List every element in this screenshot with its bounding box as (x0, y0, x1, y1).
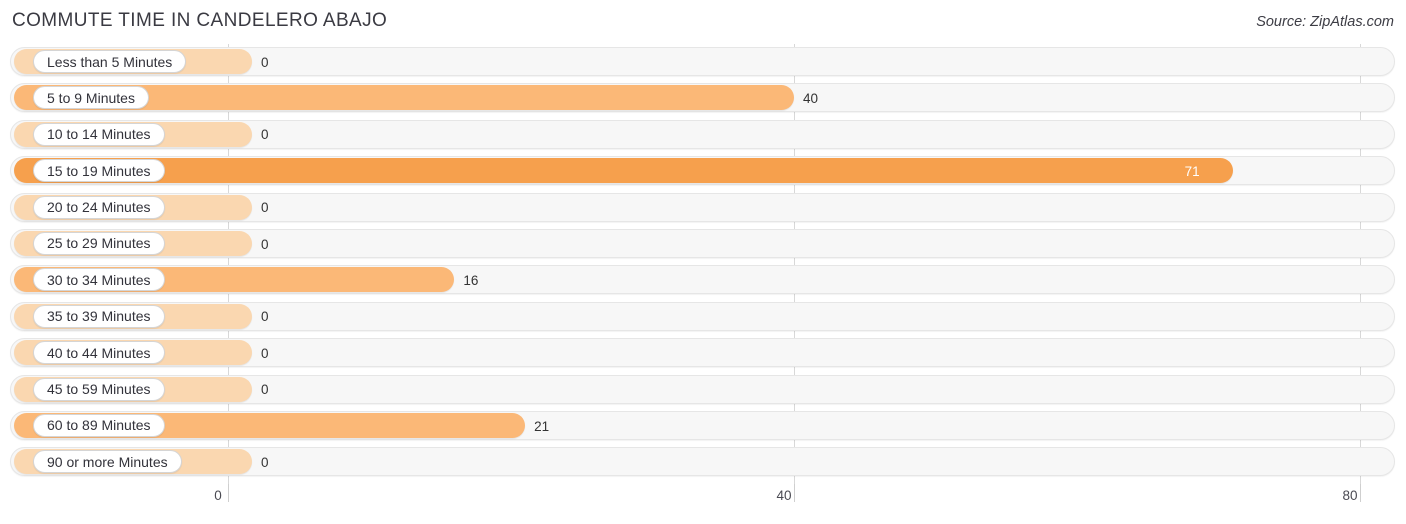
category-label: 20 to 24 Minutes (33, 195, 165, 219)
axis-tick-rule (228, 484, 229, 502)
axis-tick-label: 0 (214, 488, 222, 503)
category-label: 5 to 9 Minutes (33, 86, 149, 110)
bar-value-label: 40 (803, 91, 819, 107)
commute-time-bar-chart: COMMUTE TIME IN CANDELERO ABAJO Source: … (0, 0, 1406, 524)
bar-value-label: 0 (261, 454, 269, 470)
category-label: 60 to 89 Minutes (33, 413, 165, 437)
category-label: 30 to 34 Minutes (33, 268, 165, 292)
bar-value-label: 0 (261, 382, 269, 398)
category-label: 40 to 44 Minutes (33, 341, 165, 365)
category-label: Less than 5 Minutes (33, 50, 187, 73)
category-label: 15 to 19 Minutes (33, 159, 165, 183)
bar-row[interactable]: 5 to 9 Minutes 40 (0, 80, 1406, 116)
plot-area: Less than 5 Minutes 0 5 to 9 Minutes 40 10 t… (0, 44, 1406, 486)
axis-tick-label: 40 (776, 488, 792, 503)
bar-row[interactable]: 35 to 39 Minutes 0 (0, 299, 1406, 335)
bar-value-label: 0 (261, 345, 269, 361)
category-label: 10 to 14 Minutes (33, 122, 165, 146)
bar-value-label: 71 (1184, 163, 1200, 179)
bar-value-label: 0 (261, 54, 269, 70)
bar-rows: Less than 5 Minutes 0 5 to 9 Minutes 40 10 t… (0, 44, 1406, 481)
axis-tick-label: 80 (1342, 488, 1358, 503)
bar-row[interactable]: Less than 5 Minutes 0 (0, 44, 1406, 80)
bar-row[interactable]: 60 to 89 Minutes 21 (0, 408, 1406, 444)
category-label: 25 to 29 Minutes (33, 231, 165, 255)
bar-row[interactable]: 25 to 29 Minutes 0 (0, 226, 1406, 262)
bar-row[interactable]: 10 to 14 Minutes 0 (0, 117, 1406, 153)
bar-value-label: 0 (261, 236, 269, 252)
category-label: 45 to 59 Minutes (33, 377, 165, 401)
chart-header: COMMUTE TIME IN CANDELERO ABAJO Source: … (0, 0, 1406, 44)
bar-row[interactable]: 15 to 19 Minutes 71 (0, 153, 1406, 189)
axis-tick-rule (1360, 484, 1361, 502)
bar-value-label: 16 (463, 273, 479, 289)
bar-row[interactable]: 30 to 34 Minutes 16 (0, 262, 1406, 298)
bar-value-label: 0 (261, 309, 269, 325)
bar (14, 158, 1233, 184)
bar-row[interactable]: 20 to 24 Minutes 0 (0, 190, 1406, 226)
axis-tick-rule (794, 484, 795, 502)
bar-row[interactable]: 45 to 59 Minutes 0 (0, 372, 1406, 408)
page-title: COMMUTE TIME IN CANDELERO ABAJO (12, 10, 388, 31)
bar-row[interactable]: 90 or more Minutes 0 (0, 444, 1406, 480)
bar-value-label: 21 (534, 418, 550, 434)
x-axis: 0 40 80 (0, 484, 1406, 524)
category-label: 90 or more Minutes (33, 450, 182, 474)
category-label: 35 to 39 Minutes (33, 304, 165, 328)
bar-value-label: 0 (261, 127, 269, 143)
bar-value-label: 0 (261, 200, 269, 216)
bar-row[interactable]: 40 to 44 Minutes 0 (0, 335, 1406, 371)
source-attribution: Source: ZipAtlas.com (1256, 14, 1394, 30)
